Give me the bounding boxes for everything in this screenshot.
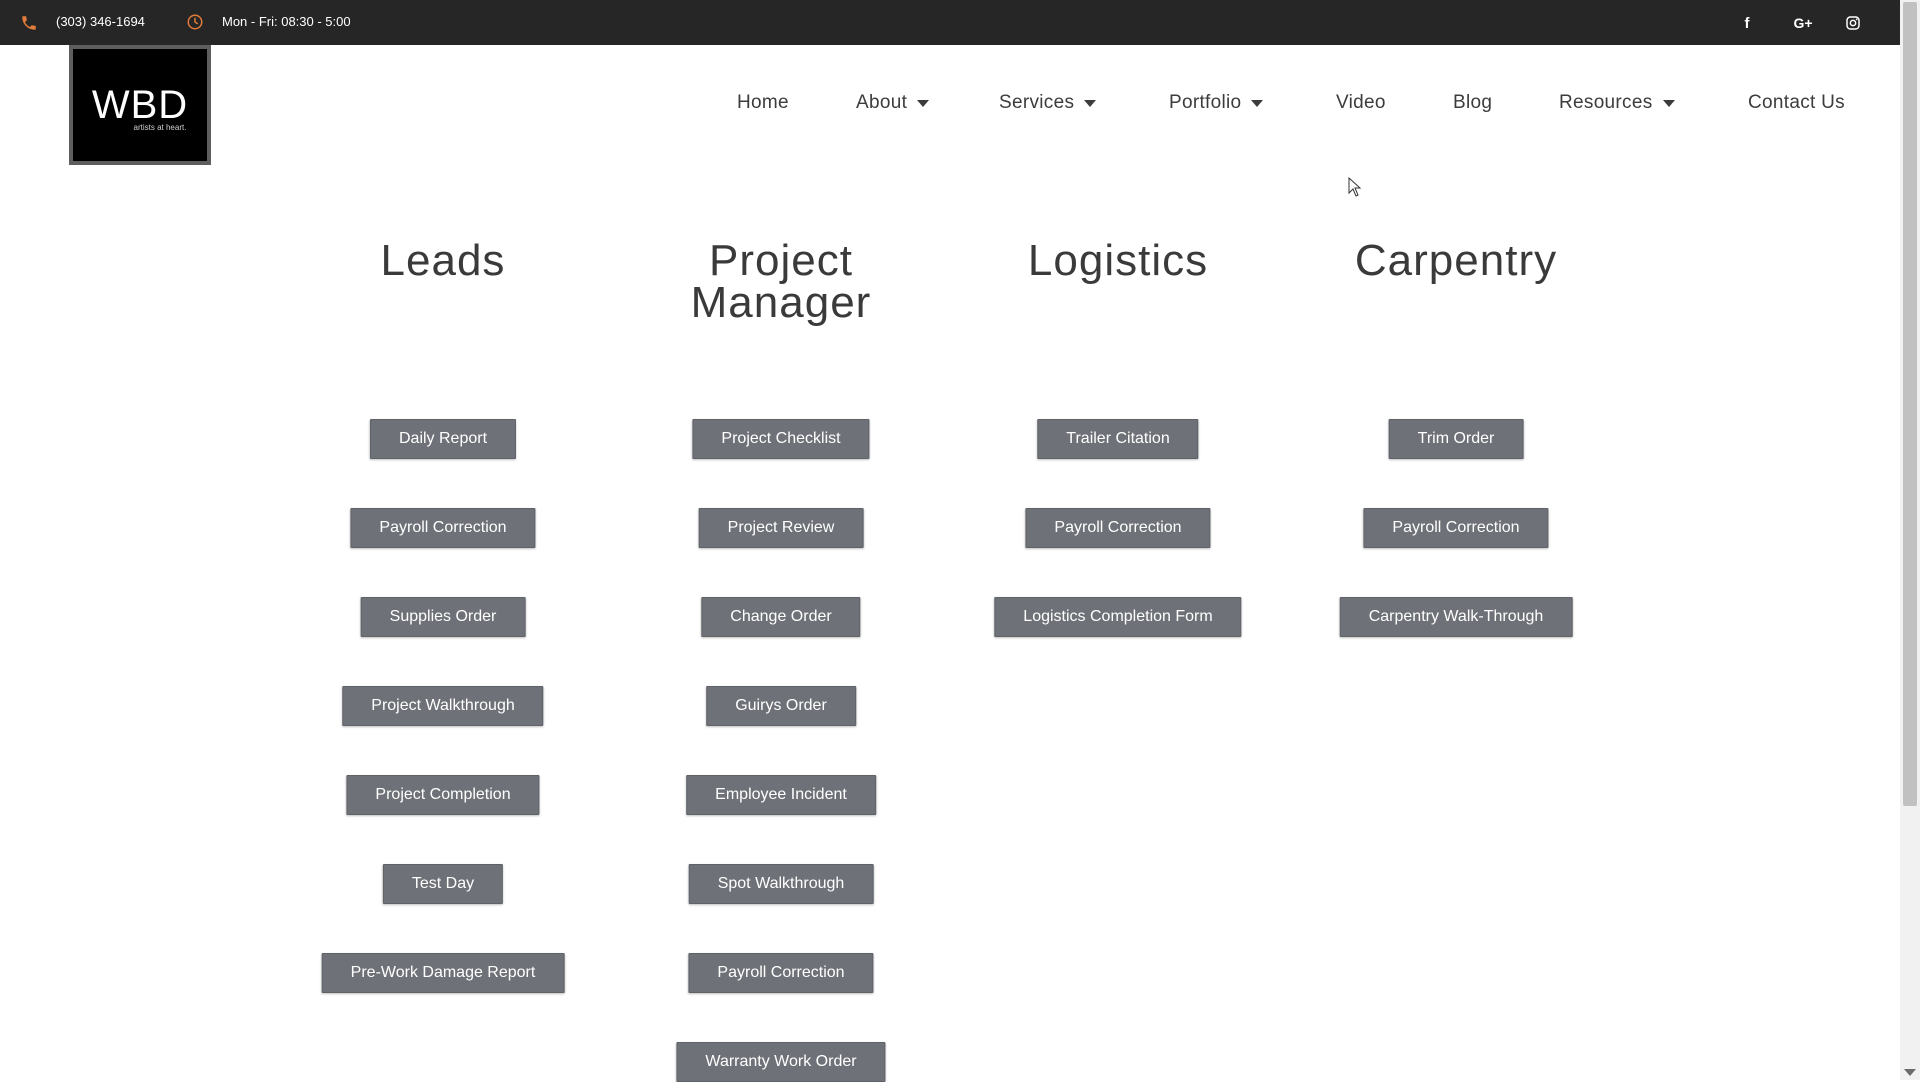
payroll-correction-button[interactable]: Payroll Correction — [1363, 508, 1549, 548]
nav-video[interactable]: Video — [1336, 92, 1386, 114]
instagram-icon[interactable] — [1842, 12, 1864, 34]
logo-mark: WBD — [91, 82, 189, 127]
trailer-citation-button[interactable]: Trailer Citation — [1037, 419, 1199, 459]
top-bar: (303) 346-1694 Mon - Fri: 08:30 - 5:00 f… — [0, 0, 1900, 45]
change-order-button[interactable]: Change Order — [701, 597, 861, 637]
daily-report-button[interactable]: Daily Report — [369, 419, 517, 459]
guirys-order-button[interactable]: Guirys Order — [706, 686, 856, 726]
clock-icon — [187, 14, 203, 30]
mouse-cursor-icon — [1348, 177, 1362, 197]
column-logistics: Logistics — [948, 236, 1288, 285]
warranty-work-order-button[interactable]: Warranty Work Order — [676, 1042, 886, 1082]
project-walkthrough-button[interactable]: Project Walkthrough — [342, 686, 544, 726]
nav-contact[interactable]: Contact Us — [1748, 92, 1845, 114]
project-review-button[interactable]: Project Review — [698, 508, 864, 548]
logo-tagline: artists at heart. — [133, 122, 187, 132]
caret-down-icon — [1251, 99, 1264, 107]
column-title: Carpentry — [1354, 236, 1558, 285]
column-carpentry: Carpentry — [1286, 236, 1626, 285]
facebook-icon[interactable]: f — [1736, 12, 1758, 34]
logistics-completion-form-button[interactable]: Logistics Completion Form — [994, 597, 1242, 637]
column-title: Logistics — [1027, 236, 1209, 285]
caret-down-icon — [1084, 99, 1097, 107]
employee-incident-button[interactable]: Employee Incident — [686, 775, 876, 815]
carpentry-walk-through-button[interactable]: Carpentry Walk-Through — [1339, 597, 1573, 637]
payroll-correction-button[interactable]: Payroll Correction — [688, 953, 874, 993]
project-checklist-button[interactable]: Project Checklist — [692, 419, 870, 459]
test-day-button[interactable]: Test Day — [382, 864, 504, 904]
spot-walkthrough-button[interactable]: Spot Walkthrough — [688, 864, 874, 904]
project-completion-button[interactable]: Project Completion — [346, 775, 540, 815]
caret-down-icon — [1662, 99, 1675, 107]
scroll-down-arrow-icon[interactable] — [1904, 1069, 1916, 1076]
nav-services[interactable]: Services — [999, 92, 1097, 114]
pre-work-damage-report-button[interactable]: Pre-Work Damage Report — [321, 953, 565, 993]
caret-down-icon — [917, 99, 930, 107]
nav-resources[interactable]: Resources — [1559, 92, 1675, 114]
instagram-glyph — [1846, 16, 1860, 30]
google-plus-icon[interactable]: G+ — [1788, 12, 1818, 34]
column-title: Leads — [380, 236, 506, 285]
business-hours: Mon - Fri: 08:30 - 5:00 — [222, 14, 351, 29]
nav-about[interactable]: About — [856, 92, 930, 114]
page-scrollbar[interactable] — [1900, 0, 1920, 1080]
payroll-correction-button[interactable]: Payroll Correction — [1025, 508, 1211, 548]
payroll-correction-button[interactable]: Payroll Correction — [350, 508, 536, 548]
nav-portfolio[interactable]: Portfolio — [1169, 92, 1264, 114]
phone-icon — [22, 16, 36, 30]
supplies-order-button[interactable]: Supplies Order — [360, 597, 526, 637]
column-leads: Leads — [273, 236, 613, 285]
column-title: Project Manager — [690, 236, 872, 327]
nav-blog[interactable]: Blog — [1453, 92, 1492, 114]
phone-number[interactable]: (303) 346-1694 — [56, 14, 145, 29]
nav-home[interactable]: Home — [737, 92, 789, 114]
trim-order-button[interactable]: Trim Order — [1388, 419, 1524, 459]
site-logo[interactable]: WBD artists at heart. — [69, 45, 211, 165]
column-project-manager: Project Manager — [611, 236, 951, 327]
scrollbar-thumb[interactable] — [1903, 2, 1917, 806]
